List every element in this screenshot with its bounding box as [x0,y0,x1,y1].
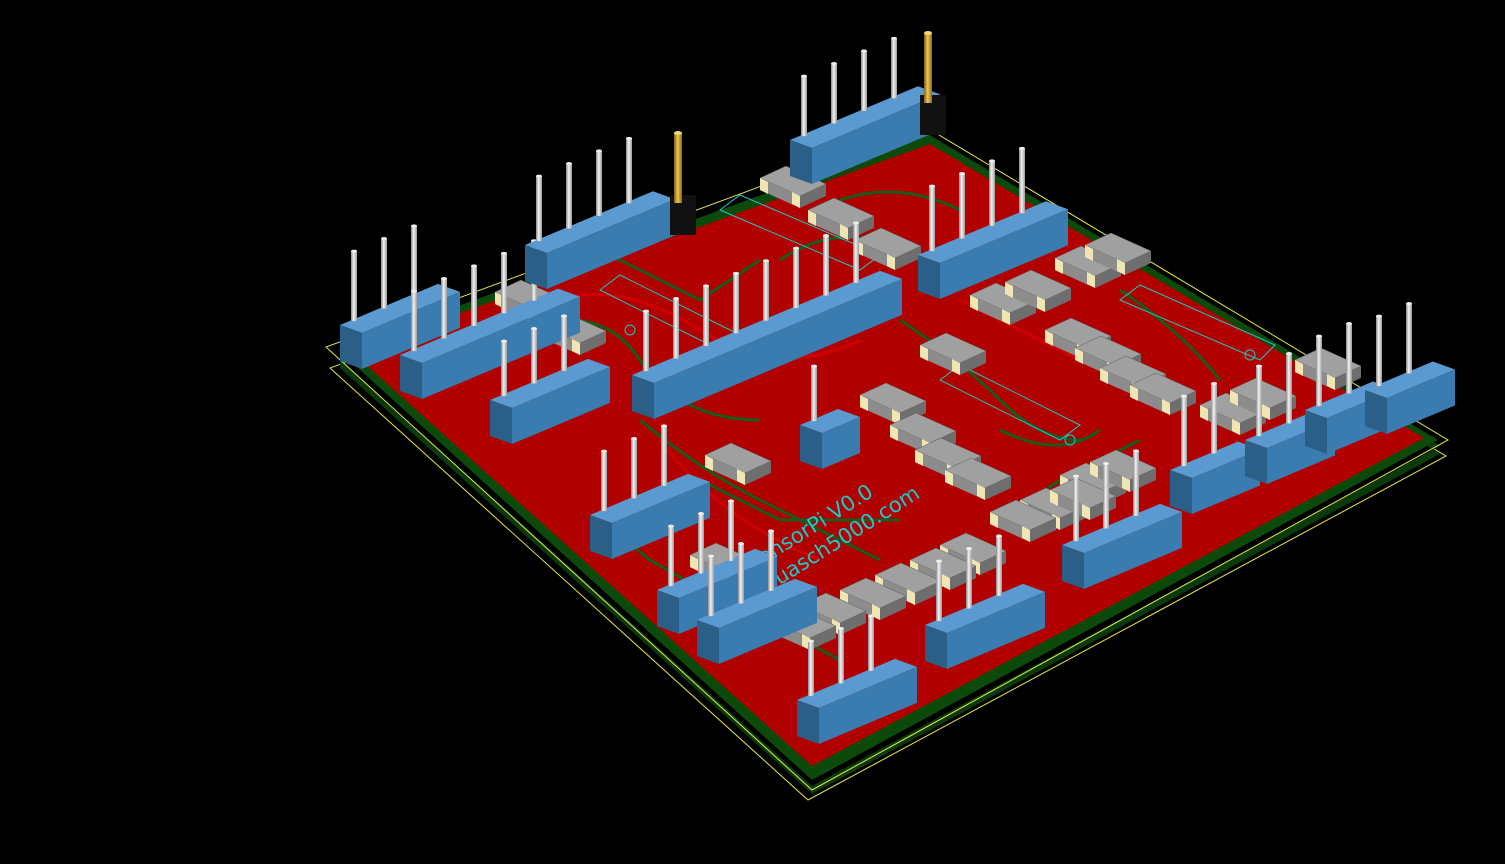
header-pin [531,328,537,384]
header-pin [561,315,567,371]
header-pin [601,451,607,512]
header-pin [673,298,679,359]
header-pin [536,176,542,242]
header-pin [661,425,667,486]
header-pin [1103,463,1109,529]
header-pin [1211,383,1217,454]
header-pin [1133,450,1139,516]
jumper [670,131,696,235]
header-pin [966,548,972,609]
header-pin [1181,396,1187,467]
header-pin [929,186,935,252]
header-pin [698,513,704,574]
header-pin [351,251,357,322]
pcb-3d-viewer[interactable]: SensorPi V0.0 Guasch5000.com [0,0,1505,860]
header-pin [831,63,837,124]
header-pin [411,225,417,296]
header-pin [381,238,387,309]
header-pin [811,366,817,422]
header-pin [959,173,965,239]
header-pin [1346,323,1352,394]
header-pin [1019,148,1025,214]
header-pin [1406,303,1412,374]
header-pin [441,278,447,339]
header-pin [861,50,867,111]
jumper [920,31,946,135]
pcb-3d-render[interactable]: SensorPi V0.0 Guasch5000.com [0,0,1505,860]
header-pin [989,160,995,226]
header-pin [853,222,859,283]
header-pin [801,76,807,137]
header-pin [728,500,734,561]
header-pin [1286,353,1292,424]
header-pin [668,526,674,587]
header-pin [891,38,897,99]
pin-header [1365,302,1455,434]
header-pin [733,273,739,334]
header-pin [626,138,632,204]
header-pin [631,438,637,499]
header-pin [996,535,1002,596]
header-pin [808,641,814,697]
header-pin [501,341,507,397]
header-pin [793,248,799,309]
header-pin [823,235,829,296]
header-pin [471,265,477,326]
header-pin [1256,366,1262,437]
header-pin [868,615,874,671]
header-pin [738,543,744,604]
header-pin [411,291,417,352]
header-pin [501,253,507,314]
header-pin [708,556,714,617]
header-pin [763,260,769,321]
header-pin [1316,336,1322,407]
header-pin [838,628,844,684]
header-pin [596,150,602,216]
header-pin [1073,476,1079,542]
header-pin [703,285,709,346]
header-pin [936,561,942,622]
header-pin [1376,316,1382,387]
header-pin [768,530,774,591]
header-pin [566,163,572,229]
header-pin [643,311,649,372]
